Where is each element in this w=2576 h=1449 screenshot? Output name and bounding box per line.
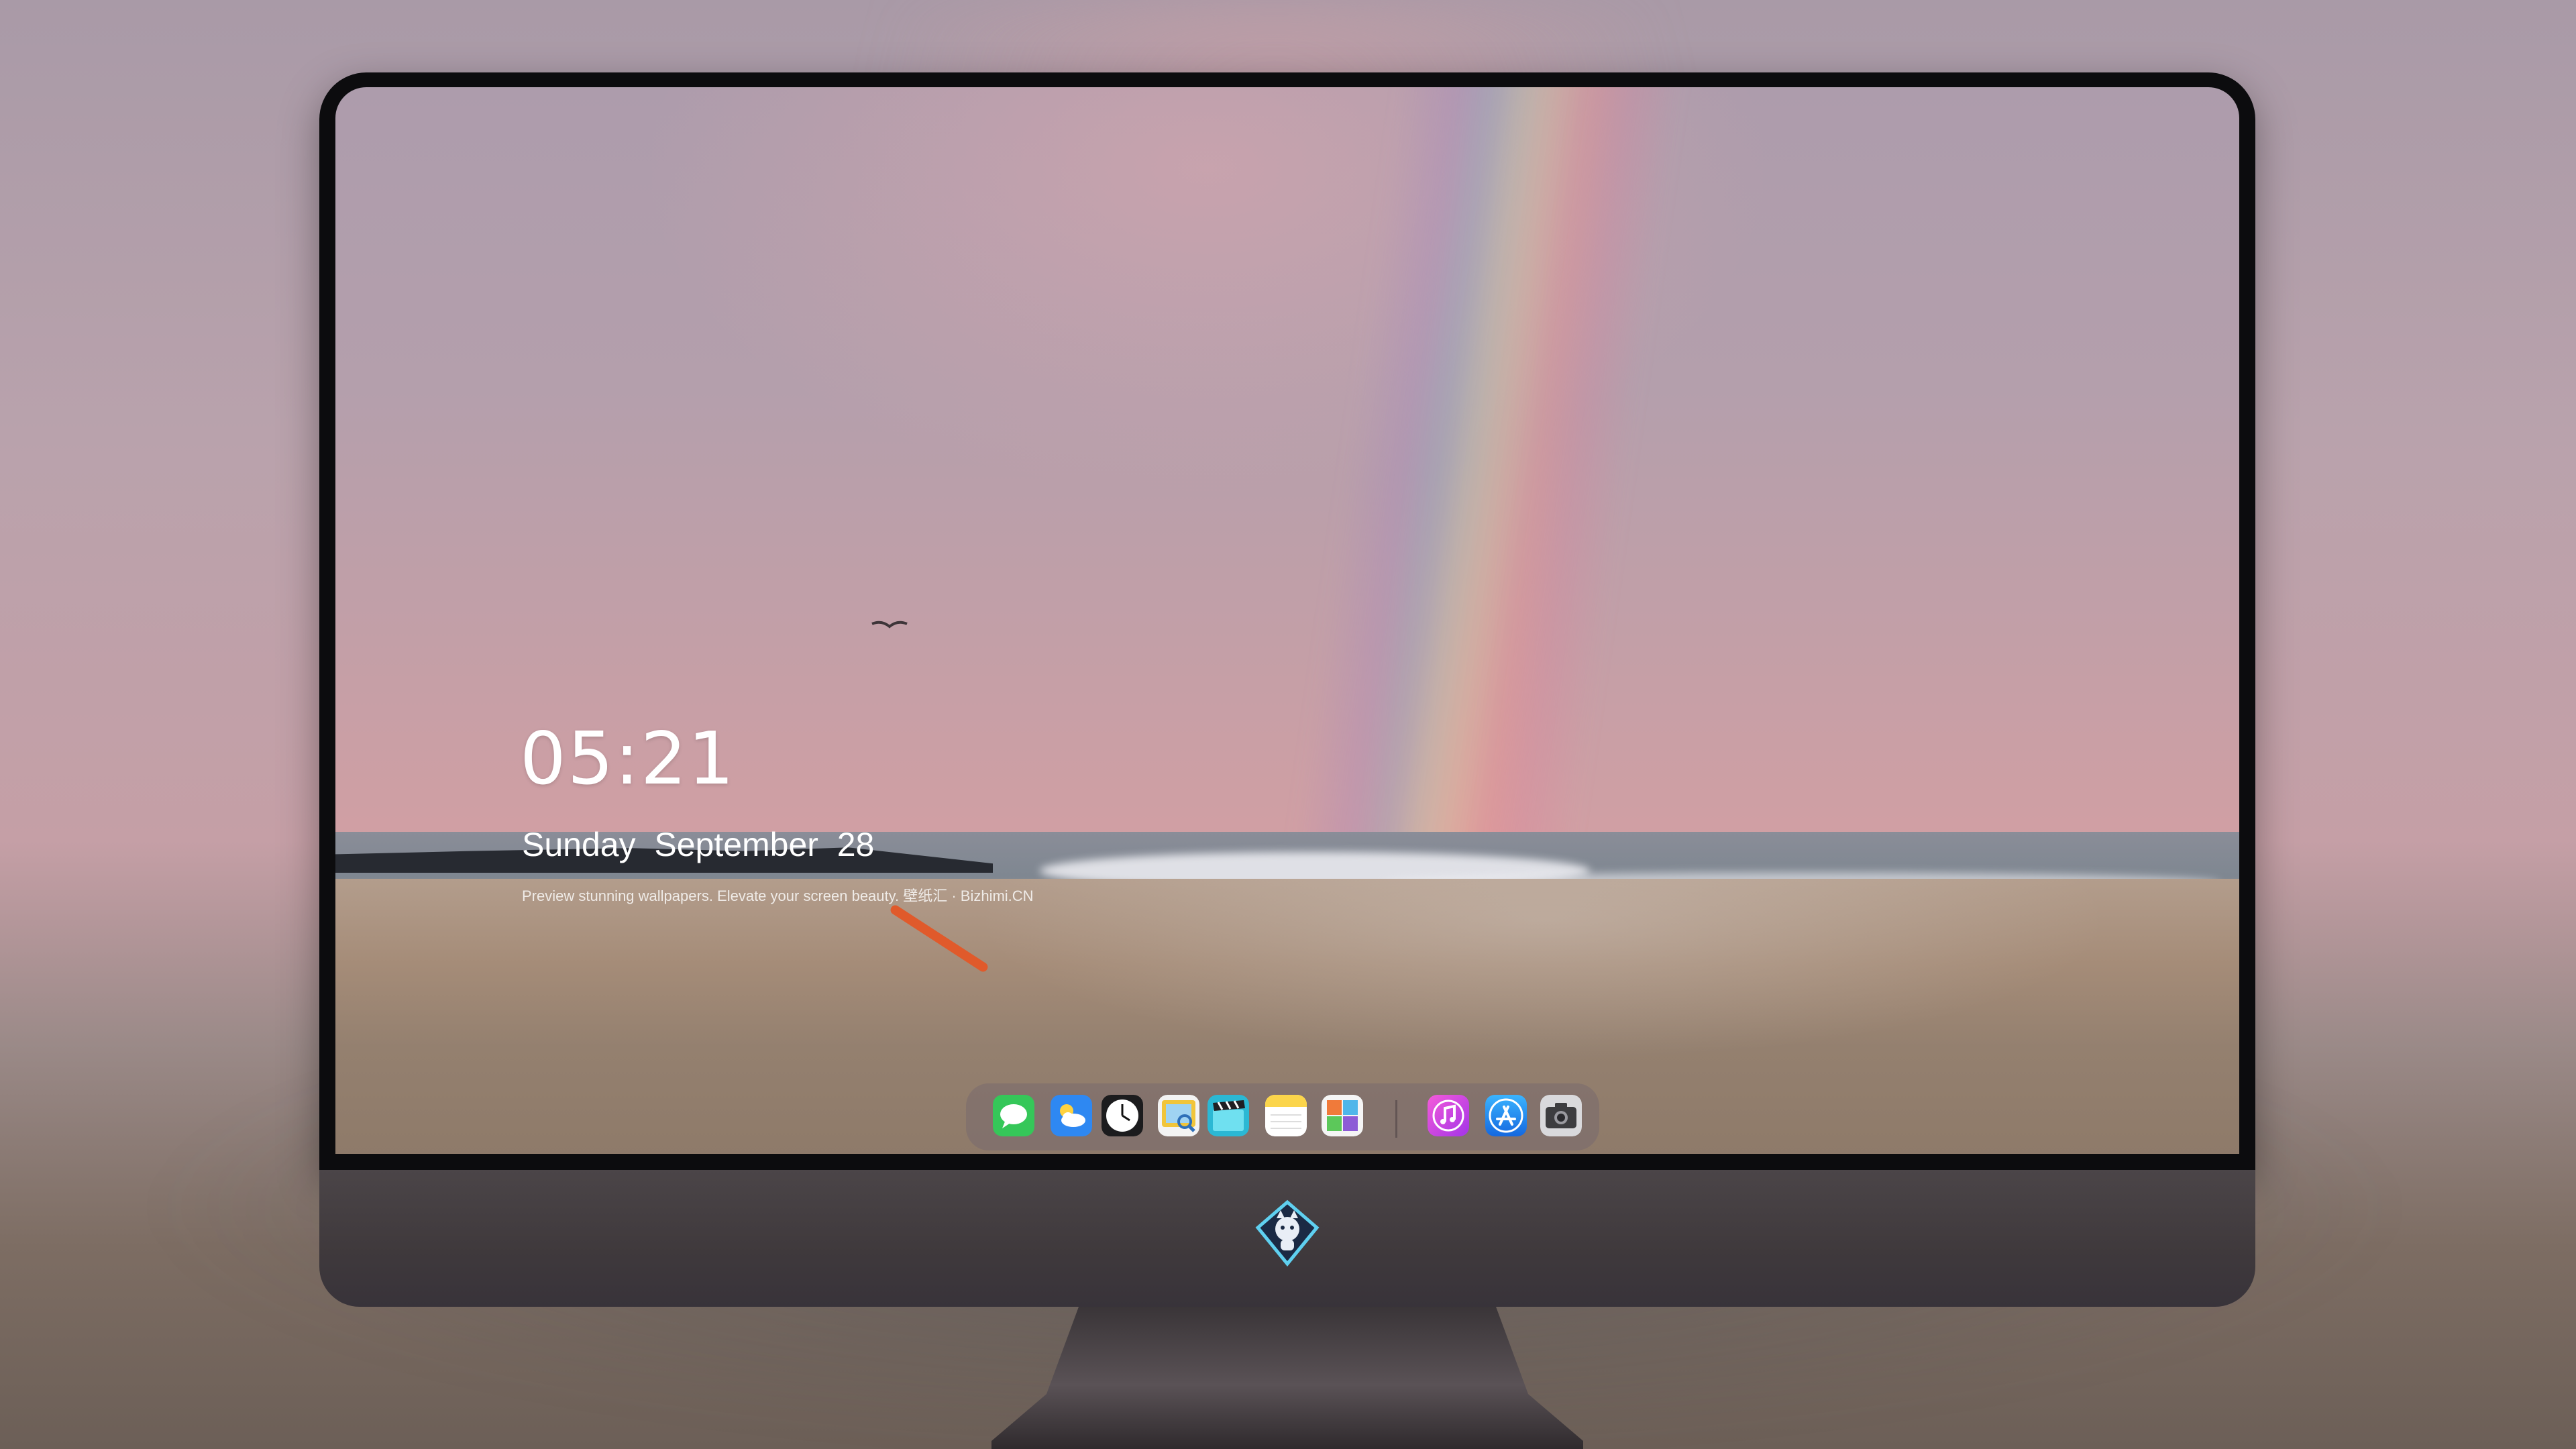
notes-icon[interactable] <box>1265 1095 1307 1136</box>
app-store-icon[interactable] <box>1485 1095 1527 1136</box>
camera-icon[interactable] <box>1540 1095 1582 1136</box>
wallpaper-tagline: Preview stunning wallpapers. Elevate you… <box>522 888 1034 904</box>
messages-icon[interactable] <box>993 1095 1034 1136</box>
mascot-logo-icon <box>1255 1199 1320 1267</box>
photos-app-icon[interactable] <box>1322 1095 1363 1136</box>
lock-clock: 05:21 <box>520 717 736 801</box>
music-icon[interactable] <box>1428 1095 1469 1136</box>
lock-date: Sunday September 28 <box>522 826 875 863</box>
video-clapper-icon[interactable] <box>1208 1095 1249 1136</box>
dock-separator <box>1395 1100 1397 1138</box>
preview-icon[interactable] <box>1158 1095 1199 1136</box>
weather-icon[interactable] <box>1051 1095 1092 1136</box>
seagull <box>871 621 908 629</box>
desktop-screen <box>335 87 2239 1154</box>
monitor-stand <box>991 1307 1583 1449</box>
clock-icon[interactable] <box>1102 1095 1143 1136</box>
